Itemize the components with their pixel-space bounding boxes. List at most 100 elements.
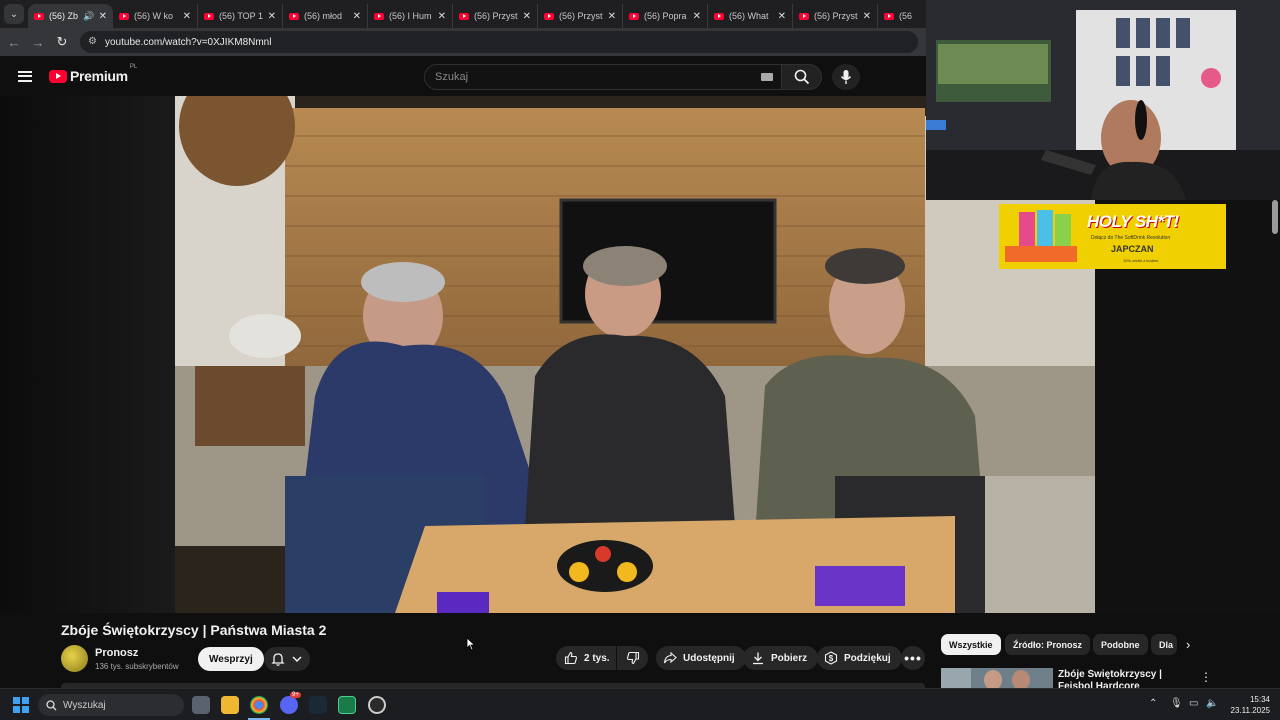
close-tab-icon[interactable]: ✕: [353, 11, 361, 22]
close-tab-icon[interactable]: ✕: [268, 11, 276, 22]
chip-all[interactable]: Wszystkie: [941, 634, 1001, 655]
drink-cans-image: [1005, 210, 1077, 262]
youtube-header: Premium PL Szukaj: [0, 56, 926, 96]
back-arrow-icon[interactable]: ←: [2, 35, 26, 50]
url-text: youtube.com/watch?v=0XJIKM8Nmnl: [105, 36, 272, 48]
volume-icon[interactable]: 🔈: [1206, 698, 1218, 709]
promo-code: JAPCZAN: [1111, 244, 1154, 254]
url-field[interactable]: ⚙ youtube.com/watch?v=0XJIKM8Nmnl: [80, 31, 918, 53]
tab-search-chevron-icon[interactable]: ⌄: [4, 4, 24, 24]
browser-tab[interactable]: (56) Na: [878, 4, 918, 28]
network-icon[interactable]: ▭: [1189, 698, 1198, 709]
voice-search-button[interactable]: [832, 64, 860, 90]
notifications-button[interactable]: [264, 647, 310, 671]
search-icon: [46, 699, 57, 710]
discord-icon[interactable]: 9+: [280, 692, 301, 714]
bell-icon: [271, 653, 285, 666]
taskbar-search-input[interactable]: Wyszukaj: [38, 694, 184, 716]
youtube-favicon-icon: [884, 12, 894, 20]
youtube-favicon-icon: [374, 12, 384, 20]
browser-tab[interactable]: (56) Przyst ✕: [538, 4, 623, 28]
browser-tab[interactable]: (56) W ko ✕: [113, 4, 198, 28]
chip-from-channel[interactable]: Źródło: Pronosz: [1005, 634, 1090, 655]
tray-chevron-up-icon[interactable]: ⌃: [1149, 698, 1157, 709]
task-view-icon[interactable]: [192, 696, 210, 714]
super-thanks-icon: $: [824, 651, 838, 665]
webcam-image: [926, 0, 1280, 200]
file-explorer-icon[interactable]: [221, 696, 239, 714]
svg-text:$: $: [829, 654, 834, 663]
chips-next-chevron-icon[interactable]: ›: [1186, 637, 1190, 652]
close-tab-icon[interactable]: ✕: [608, 11, 616, 22]
channel-name[interactable]: Pronosz: [95, 647, 138, 659]
streamer-webcam: [926, 0, 1280, 200]
close-tab-icon[interactable]: ✕: [693, 11, 701, 22]
close-tab-icon[interactable]: ✕: [778, 11, 786, 22]
more-horizontal-icon: •••: [904, 650, 922, 666]
recommended-video-title[interactable]: Zbóje Świętokrzyscy | Fejsbol Hardcore: [1058, 669, 1198, 689]
sponsor-promo-banner: HOLY SH*T! Dołącz do The SoftDrink Revol…: [999, 204, 1226, 269]
browser-tab[interactable]: (56) Przyst ✕: [453, 4, 538, 28]
microphone-tray-icon[interactable]: 🎙: [1170, 698, 1183, 709]
speaker-icon[interactable]: 🔊: [83, 11, 94, 22]
windows-taskbar: Wyszukaj 9+ ⌃ 🎙 ▭ 🔈 15:34 23.11.2025: [0, 688, 1280, 720]
windows-start-icon[interactable]: [13, 697, 29, 713]
recommended-video-thumbnail[interactable]: [941, 668, 1053, 688]
discord-notification-badge: 9+: [290, 692, 301, 698]
youtube-favicon-icon: [629, 12, 639, 20]
browser-tab[interactable]: (56) Popra ✕: [623, 4, 708, 28]
site-info-icon[interactable]: ⚙: [88, 37, 98, 47]
youtube-logo[interactable]: Premium PL: [49, 64, 137, 84]
browser-tab[interactable]: (56) What ✕: [708, 4, 793, 28]
search-button[interactable]: [782, 64, 822, 90]
chevron-down-icon: [292, 656, 302, 663]
keyboard-icon[interactable]: [761, 73, 773, 81]
thumbs-up-icon: [564, 651, 578, 665]
youtube-favicon-icon: [119, 12, 129, 20]
recommended-more-vertical-icon[interactable]: ⋮: [1200, 670, 1212, 684]
thumbnail-image: [941, 668, 1053, 688]
forward-arrow-icon[interactable]: →: [26, 35, 50, 50]
chip-related[interactable]: Podobne: [1093, 634, 1148, 655]
dislike-button[interactable]: [617, 646, 648, 670]
thumbs-down-icon: [626, 651, 639, 665]
menu-hamburger-icon[interactable]: [18, 68, 32, 84]
thanks-button[interactable]: $ Podziękuj: [817, 646, 902, 670]
browser-tab[interactable]: (56) I Hum ✕: [368, 4, 453, 28]
close-tab-icon[interactable]: ✕: [99, 11, 107, 22]
download-button[interactable]: Pobierz: [743, 646, 819, 670]
chrome-icon[interactable]: [250, 696, 268, 714]
browser-tab[interactable]: (56) Przyst ✕: [793, 4, 878, 28]
microphone-icon: [840, 70, 852, 84]
mouse-cursor-icon: [466, 637, 476, 651]
steam-icon[interactable]: [309, 696, 327, 714]
close-tab-icon[interactable]: ✕: [183, 11, 191, 22]
browser-tab[interactable]: (56) Zb 🔊 ✕: [28, 4, 113, 28]
obs-icon[interactable]: [368, 696, 386, 714]
page-scrollbar[interactable]: [1272, 200, 1278, 234]
chip-for-you[interactable]: Dla: [1151, 634, 1177, 655]
like-button[interactable]: 2 tys.: [556, 646, 616, 670]
youtube-favicon-icon: [459, 12, 469, 20]
reload-icon[interactable]: ↻: [50, 34, 74, 50]
search-input[interactable]: Szukaj: [424, 64, 782, 90]
browser-tab[interactable]: (56) młod ✕: [283, 4, 368, 28]
channel-avatar[interactable]: [61, 645, 88, 672]
system-clock[interactable]: 15:34 23.11.2025: [1226, 694, 1270, 716]
youtube-favicon-icon: [544, 12, 554, 20]
promo-discount: 10% zniżki z kodem: [1123, 258, 1159, 263]
promo-subtitle: Dołącz do The SoftDrink Revolution: [1091, 235, 1171, 241]
search-icon: [794, 69, 809, 85]
more-actions-button[interactable]: •••: [901, 646, 925, 670]
browser-tab[interactable]: (56) TOP 1 ✕: [198, 4, 283, 28]
youtube-favicon-icon: [204, 12, 214, 20]
excel-like-app-icon[interactable]: [338, 696, 356, 714]
address-bar: ← → ↻ ⚙ youtube.com/watch?v=0XJIKM8Nmnl: [0, 28, 926, 56]
screen: ⌄ (56) Zb 🔊 ✕ (56) W ko ✕ (56) TOP 1 ✕ (56…: [0, 0, 1280, 720]
close-tab-icon[interactable]: ✕: [863, 11, 871, 22]
video-title: Zbóje Świętokrzyscy | Państwa Miasta 2: [61, 622, 327, 638]
close-tab-icon[interactable]: ✕: [523, 11, 531, 22]
support-button[interactable]: Wesprzyj: [198, 647, 264, 671]
share-button[interactable]: Udostępnij: [656, 646, 746, 670]
close-tab-icon[interactable]: ✕: [438, 11, 446, 22]
